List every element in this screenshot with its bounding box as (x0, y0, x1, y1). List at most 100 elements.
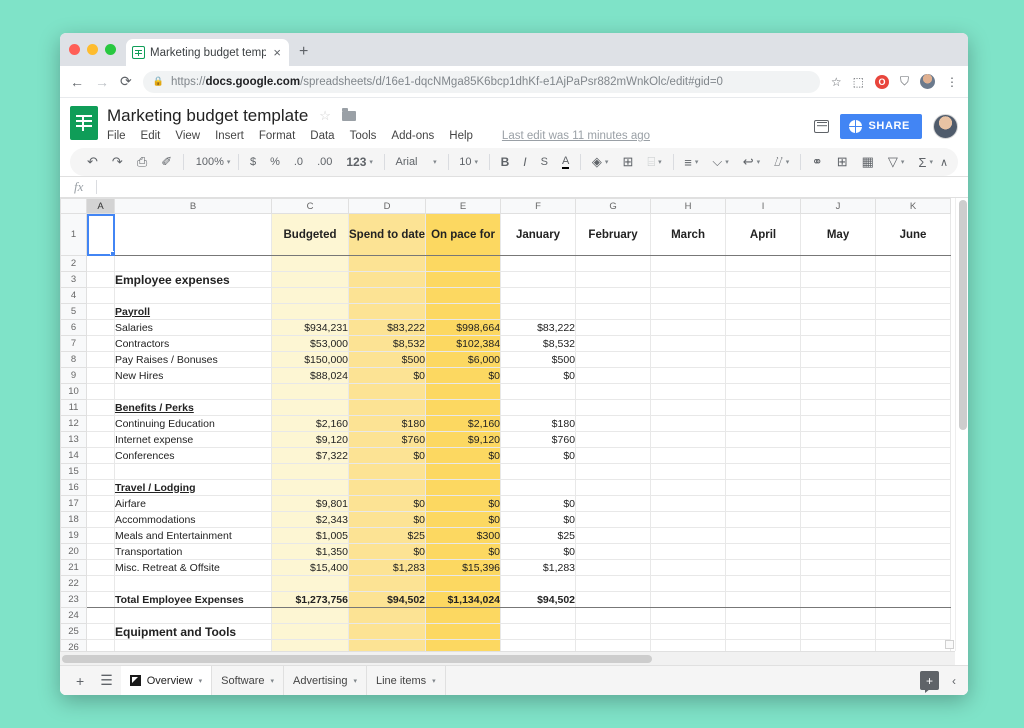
cell-b13[interactable]: Internet expense (114, 431, 272, 448)
cell-k10[interactable] (875, 383, 952, 400)
cell-k13[interactable] (875, 431, 952, 448)
row-header-12[interactable]: 12 (60, 415, 87, 432)
cell-i24[interactable] (725, 607, 802, 624)
cell-b21[interactable]: Misc. Retreat & Offsite (114, 559, 272, 576)
last-edit-status[interactable]: Last edit was 11 minutes ago (502, 130, 650, 142)
cell-d1[interactable]: Spend to date (348, 213, 427, 256)
cell-c2[interactable] (271, 255, 349, 272)
italic-button[interactable]: I (516, 155, 533, 169)
cell-k3[interactable] (875, 271, 952, 288)
cell-h10[interactable] (650, 383, 727, 400)
vertical-scroll-thumb[interactable] (958, 200, 967, 430)
cell-f14[interactable]: $0 (500, 447, 577, 464)
cell-c18[interactable]: $2,343 (271, 511, 349, 528)
cell-e5[interactable] (425, 303, 502, 320)
column-header-k[interactable]: K (875, 198, 952, 214)
font-size-selector[interactable]: 10 ▾ (452, 156, 485, 168)
cell-d17[interactable]: $0 (348, 495, 427, 512)
collapse-toolbar-button[interactable]: ∧ (940, 156, 948, 169)
cell-j14[interactable] (800, 447, 877, 464)
cell-b11[interactable]: Benefits / Perks (114, 399, 272, 416)
select-all-corner[interactable] (60, 198, 87, 214)
cell-j20[interactable] (800, 543, 877, 560)
cell-d11[interactable] (348, 399, 427, 416)
cell-i7[interactable] (725, 335, 802, 352)
cell-j2[interactable] (800, 255, 877, 272)
cell-c3[interactable] (271, 271, 349, 288)
cell-f16[interactable] (500, 479, 577, 496)
row-header-8[interactable]: 8 (60, 351, 87, 368)
horizontal-scrollbar[interactable] (60, 651, 955, 665)
cell-g13[interactable] (575, 431, 652, 448)
maximize-window-button[interactable] (105, 44, 116, 55)
cell-e11[interactable] (425, 399, 502, 416)
spreadsheet-grid[interactable]: A B C D E F G H I J K 1 Budgeted Spend t… (60, 198, 968, 665)
strikethrough-button[interactable]: S (534, 156, 555, 168)
cell-k21[interactable] (875, 559, 952, 576)
cell-a17[interactable] (86, 495, 115, 512)
cell-d19[interactable]: $25 (348, 527, 427, 544)
cell-f20[interactable]: $0 (500, 543, 577, 560)
cell-j7[interactable] (800, 335, 877, 352)
cell-b4[interactable] (114, 287, 272, 304)
cell-b23[interactable]: Total Employee Expenses (114, 591, 272, 608)
cell-h16[interactable] (650, 479, 727, 496)
cell-j24[interactable] (800, 607, 877, 624)
cell-f15[interactable] (500, 463, 577, 480)
insert-chart-icon[interactable]: ▦ (855, 154, 881, 170)
cell-k23[interactable] (875, 591, 952, 608)
cell-j13[interactable] (800, 431, 877, 448)
cell-k24[interactable] (875, 607, 952, 624)
cell-e3[interactable] (425, 271, 502, 288)
browser-menu-icon[interactable]: ⋮ (946, 75, 958, 89)
more-formats-button[interactable]: 123 ▾ (339, 155, 380, 169)
chevron-left-icon[interactable]: ‹ (952, 674, 956, 688)
cell-k14[interactable] (875, 447, 952, 464)
cell-i9[interactable] (725, 367, 802, 384)
cell-i6[interactable] (725, 319, 802, 336)
cell-c22[interactable] (271, 575, 349, 592)
close-window-button[interactable] (69, 44, 80, 55)
cell-h3[interactable] (650, 271, 727, 288)
redo-icon[interactable]: ↷ (105, 154, 130, 170)
new-tab-button[interactable]: + (299, 44, 308, 60)
cell-h9[interactable] (650, 367, 727, 384)
cell-h13[interactable] (650, 431, 727, 448)
cell-i11[interactable] (725, 399, 802, 416)
cell-i19[interactable] (725, 527, 802, 544)
cell-a25[interactable] (86, 623, 115, 640)
cell-c15[interactable] (271, 463, 349, 480)
font-selector[interactable]: Arial ▾ (389, 156, 444, 168)
row-header-19[interactable]: 19 (60, 527, 87, 544)
cell-a22[interactable] (86, 575, 115, 592)
cell-c21[interactable]: $15,400 (271, 559, 349, 576)
cell-e14[interactable]: $0 (425, 447, 502, 464)
cell-k16[interactable] (875, 479, 952, 496)
grid-mini-buttons[interactable] (945, 640, 954, 649)
cell-a12[interactable] (86, 415, 115, 432)
cell-g24[interactable] (575, 607, 652, 624)
cell-a23[interactable] (86, 591, 115, 608)
cell-g12[interactable] (575, 415, 652, 432)
cell-k7[interactable] (875, 335, 952, 352)
sheet-tab-advertising[interactable]: Advertising ▾ (284, 665, 367, 695)
cell-b18[interactable]: Accommodations (114, 511, 272, 528)
cell-e23[interactable]: $1,134,024 (425, 591, 502, 608)
cell-c5[interactable] (271, 303, 349, 320)
cell-k22[interactable] (875, 575, 952, 592)
cell-k9[interactable] (875, 367, 952, 384)
menu-insert[interactable]: Insert (215, 130, 244, 142)
chevron-down-icon[interactable]: ▾ (432, 677, 436, 685)
row-header-1[interactable]: 1 (60, 213, 87, 256)
cell-d8[interactable]: $500 (348, 351, 427, 368)
cell-f5[interactable] (500, 303, 577, 320)
cell-i1[interactable]: April (725, 213, 802, 256)
add-sheet-icon[interactable]: + (68, 673, 92, 689)
column-header-h[interactable]: H (650, 198, 727, 214)
cell-a4[interactable] (86, 287, 115, 304)
cell-c17[interactable]: $9,801 (271, 495, 349, 512)
column-header-e[interactable]: E (425, 198, 502, 214)
cell-j18[interactable] (800, 511, 877, 528)
cell-i3[interactable] (725, 271, 802, 288)
extension-icon[interactable]: O (874, 74, 889, 89)
